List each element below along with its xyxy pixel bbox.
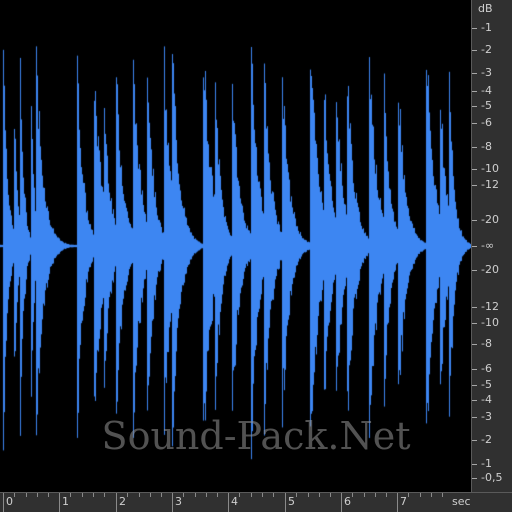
db-scale-label: -6: [481, 116, 492, 129]
db-scale-label: -20: [481, 213, 499, 226]
time-minor-tick: [37, 493, 38, 497]
audio-editor-waveform-view: dB -1 -2 -3 -4 -5 -6 -8 -10 -12 -20 -∞ -20 -12 -10 -8-…: [0, 0, 512, 512]
time-minor-tick: [352, 493, 353, 497]
db-scale-label: -∞: [481, 239, 495, 252]
db-tick: [472, 417, 477, 418]
db-scale-label: -5: [481, 99, 492, 112]
db-scale-label: -12: [481, 300, 499, 313]
db-scale-label: -3: [481, 66, 492, 79]
time-minor-tick: [14, 493, 15, 497]
db-tick: [472, 147, 477, 148]
time-scale-label: 5: [288, 495, 295, 508]
db-tick: [472, 323, 477, 324]
db-scale-label: -6: [481, 362, 492, 375]
time-tick: [116, 493, 117, 512]
db-tick: [472, 400, 477, 401]
time-minor-tick: [431, 493, 432, 497]
time-minor-tick: [375, 493, 376, 497]
time-minor-tick: [104, 493, 105, 497]
time-minor-tick: [330, 493, 331, 497]
time-minor-tick: [386, 493, 387, 497]
time-tick: [285, 493, 286, 512]
db-tick: [472, 73, 477, 74]
db-tick: [472, 270, 477, 271]
time-scale-label: 4: [231, 495, 238, 508]
db-scale-label: -3: [481, 410, 492, 423]
time-minor-tick: [150, 493, 151, 497]
time-minor-tick: [442, 493, 443, 497]
time-tick: [172, 493, 173, 512]
time-minor-tick: [308, 493, 309, 497]
db-scale-label: -1: [481, 457, 492, 470]
waveform-display[interactable]: [0, 0, 471, 492]
db-tick: [472, 464, 477, 465]
db-tick: [472, 50, 477, 51]
db-tick: [472, 185, 477, 186]
time-minor-tick: [48, 493, 49, 497]
time-tick: [59, 493, 60, 512]
time-minor-tick: [408, 493, 409, 497]
db-scale-label: -4: [481, 393, 492, 406]
time-minor-tick: [217, 493, 218, 497]
db-scale-label: -4: [481, 84, 492, 97]
db-tick: [472, 307, 477, 308]
db-scale-label: -8: [481, 140, 492, 153]
time-minor-tick: [127, 493, 128, 497]
db-tick: [472, 123, 477, 124]
db-tick: [472, 440, 477, 441]
time-minor-tick: [195, 493, 196, 497]
db-scale-label: -10: [481, 162, 499, 175]
db-scale-label: -12: [481, 178, 499, 191]
time-minor-tick: [139, 493, 140, 497]
db-tick: [472, 369, 477, 370]
time-minor-tick: [364, 493, 365, 497]
time-minor-tick: [239, 493, 240, 497]
db-unit-label: dB: [478, 2, 493, 15]
db-tick: [472, 169, 477, 170]
time-scale-label: 2: [119, 495, 126, 508]
db-level-ruler[interactable]: dB -1 -2 -3 -4 -5 -6 -8 -10 -12 -20 -∞ -20 -12 -10 -8 -…: [471, 0, 512, 492]
db-scale-label: -10: [481, 316, 499, 329]
time-minor-tick: [161, 493, 162, 497]
db-tick: [472, 478, 477, 479]
db-scale-label: -20: [481, 263, 499, 276]
time-scale-label: 0: [6, 495, 13, 508]
time-minor-tick: [82, 493, 83, 497]
db-scale-label: -2: [481, 43, 492, 56]
db-scale-label: -2: [481, 433, 492, 446]
time-minor-tick: [70, 493, 71, 497]
time-minor-tick: [26, 493, 27, 497]
time-minor-tick: [319, 493, 320, 497]
db-tick: [472, 220, 477, 221]
time-minor-tick: [206, 493, 207, 497]
time-ruler[interactable]: sec 0 1 2 3 4 5 6 7: [0, 492, 512, 512]
time-minor-tick: [273, 493, 274, 497]
db-tick: [472, 385, 477, 386]
db-scale-label: -0,5: [481, 471, 503, 484]
time-scale-label: 1: [62, 495, 69, 508]
time-minor-tick: [93, 493, 94, 497]
time-unit-label: sec: [452, 495, 471, 508]
db-tick: [472, 91, 477, 92]
time-tick: [3, 493, 4, 512]
time-minor-tick: [251, 493, 252, 497]
time-minor-tick: [420, 493, 421, 497]
db-tick: [472, 344, 477, 345]
db-scale-label: -8: [481, 337, 492, 350]
time-tick: [228, 493, 229, 512]
time-minor-tick: [296, 493, 297, 497]
time-minor-tick: [183, 493, 184, 497]
time-tick: [341, 493, 342, 512]
time-scale-label: 3: [175, 495, 182, 508]
db-tick: [472, 246, 477, 247]
time-tick: [397, 493, 398, 512]
db-tick: [472, 106, 477, 107]
time-scale-label: 6: [344, 495, 351, 508]
db-scale-label: -1: [481, 21, 492, 34]
db-scale-label: -5: [481, 378, 492, 391]
db-tick: [472, 28, 477, 29]
time-minor-tick: [262, 493, 263, 497]
time-scale-label: 7: [400, 495, 407, 508]
